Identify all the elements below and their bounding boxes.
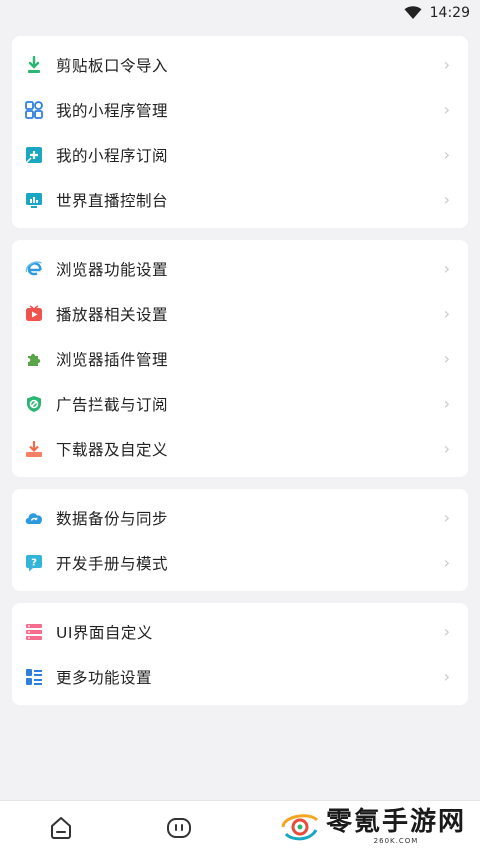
status-time: 14:29 — [429, 5, 470, 21]
ui-custom-icon — [24, 622, 44, 642]
chevron-right-icon: › — [443, 259, 450, 278]
menu-item-data-backup[interactable]: 数据备份与同步 › — [12, 495, 468, 540]
watermark-text: 零氪手游网 — [325, 807, 466, 837]
chevron-right-icon: › — [443, 349, 450, 368]
chevron-right-icon: › — [443, 439, 450, 458]
svg-text:?: ? — [31, 557, 37, 568]
clipboard-import-icon — [24, 55, 44, 75]
chevron-right-icon: › — [443, 55, 450, 74]
watermark: 零氪手游网 260K.COM — [280, 809, 466, 845]
settings-group-1: 剪贴板口令导入 › 我的小程序管理 › 我的小程序订阅 › 世界直播控制台 › — [12, 36, 468, 228]
download-icon — [24, 439, 44, 459]
cloud-sync-icon — [24, 508, 44, 528]
menu-item-label: 更多功能设置 — [56, 668, 153, 687]
settings-group-3: 数据备份与同步 › ? 开发手册与模式 › — [12, 489, 468, 591]
menu-item-label: 浏览器功能设置 — [56, 260, 169, 279]
menu-item-label: 数据备份与同步 — [56, 509, 169, 528]
menu-item-label: 世界直播控制台 — [56, 191, 169, 210]
chevron-right-icon: › — [443, 553, 450, 572]
menu-item-label: 我的小程序管理 — [56, 101, 169, 120]
menu-item-more-settings[interactable]: 更多功能设置 › — [12, 654, 468, 699]
menu-item-dev-manual[interactable]: ? 开发手册与模式 › — [12, 540, 468, 585]
menu-item-live-console[interactable]: 世界直播控制台 › — [12, 177, 468, 222]
watermark-logo-icon — [280, 810, 320, 844]
chevron-right-icon: › — [443, 304, 450, 323]
status-bar: 14:29 — [0, 0, 480, 26]
wifi-icon — [404, 6, 422, 20]
dev-manual-icon: ? — [24, 553, 44, 573]
menu-item-plugin-manage[interactable]: 浏览器插件管理 › — [12, 336, 468, 381]
chevron-right-icon: › — [443, 508, 450, 527]
chevron-right-icon: › — [443, 100, 450, 119]
menu-item-label: 下载器及自定义 — [56, 440, 169, 459]
menu-item-label: 我的小程序订阅 — [56, 146, 169, 165]
player-icon — [24, 304, 44, 324]
menu-item-ui-custom[interactable]: UI界面自定义 › — [12, 609, 468, 654]
menu-item-player-settings[interactable]: 播放器相关设置 › — [12, 291, 468, 336]
adblock-shield-icon — [24, 394, 44, 414]
chevron-right-icon: › — [443, 394, 450, 413]
menu-item-label: 浏览器插件管理 — [56, 350, 169, 369]
menu-item-miniprogram-manage[interactable]: 我的小程序管理 › — [12, 87, 468, 132]
menu-item-miniprogram-subscribe[interactable]: 我的小程序订阅 › — [12, 132, 468, 177]
chevron-right-icon: › — [443, 145, 450, 164]
chevron-right-icon: › — [443, 667, 450, 686]
menu-item-adblock[interactable]: 广告拦截与订阅 › — [12, 381, 468, 426]
chevron-right-icon: › — [443, 190, 450, 209]
menu-item-label: 播放器相关设置 — [56, 305, 169, 324]
menu-item-clipboard-import[interactable]: 剪贴板口令导入 › — [12, 42, 468, 87]
watermark-subtext: 260K.COM — [373, 837, 419, 845]
menu-item-label: 广告拦截与订阅 — [56, 395, 169, 414]
menu-item-label: 剪贴板口令导入 — [56, 56, 169, 75]
miniprogram-subscribe-icon — [24, 145, 44, 165]
plugin-puzzle-icon — [24, 349, 44, 369]
live-console-icon — [24, 190, 44, 210]
home-icon[interactable] — [46, 813, 76, 843]
browser-e-icon — [24, 259, 44, 279]
settings-group-4: UI界面自定义 › 更多功能设置 › — [12, 603, 468, 705]
more-settings-icon — [24, 667, 44, 687]
menu-item-label: 开发手册与模式 — [56, 554, 169, 573]
chevron-right-icon: › — [443, 622, 450, 641]
settings-group-2: 浏览器功能设置 › 播放器相关设置 › 浏览器插件管理 › 广告拦截与订阅 › … — [12, 240, 468, 477]
menu-item-browser-settings[interactable]: 浏览器功能设置 › — [12, 246, 468, 291]
miniprogram-face-icon[interactable] — [164, 813, 194, 843]
miniprogram-grid-icon — [24, 100, 44, 120]
menu-item-label: UI界面自定义 — [56, 623, 153, 642]
menu-item-downloader[interactable]: 下载器及自定义 › — [12, 426, 468, 471]
